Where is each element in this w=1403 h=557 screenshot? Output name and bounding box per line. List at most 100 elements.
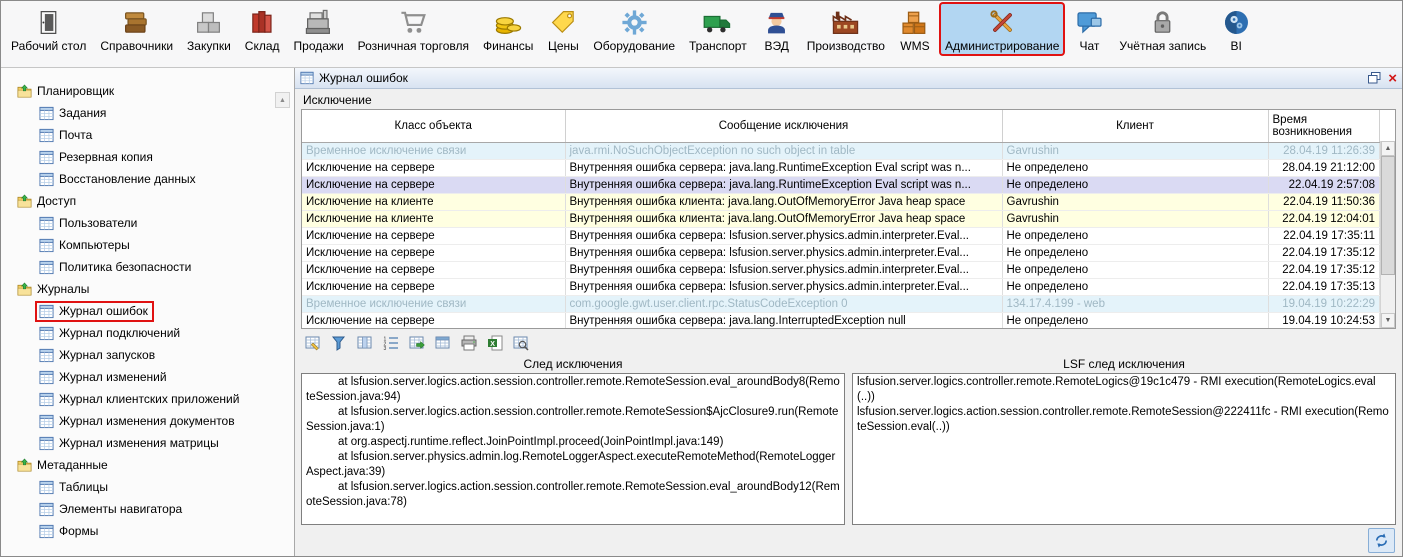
exception-table-row[interactable]: Временное исключение связиcom.google.gwt… [302,296,1380,313]
cell-object-class[interactable]: Временное исключение связи [302,296,565,313]
cell-time[interactable]: 22.04.19 2:57:08 [1268,177,1380,194]
toolbar-item-bi[interactable]: BI [1216,4,1256,54]
cell-message[interactable]: Внутренняя ошибка сервера: java.lang.Run… [565,160,1002,177]
cell-client[interactable]: Не определено [1002,313,1268,330]
sidebar-item-forms[interactable]: Формы [1,520,294,542]
sidebar-item-tasks[interactable]: Задания [1,102,294,124]
exception-table-row[interactable]: Временное исключение связиjava.rmi.NoSuc… [302,143,1380,160]
column-header-message[interactable]: Сообщение исключения [565,110,1002,143]
group-settings-button[interactable] [301,332,324,353]
exception-table-row[interactable]: Исключение на сервереВнутренняя ошибка с… [302,228,1380,245]
exception-table-row[interactable]: Исключение на клиентеВнутренняя ошибка к… [302,211,1380,228]
sidebar-item-computers[interactable]: Компьютеры [1,234,294,256]
exception-table-row[interactable]: Исключение на сервереВнутренняя ошибка с… [302,177,1380,194]
cell-time[interactable]: 22.04.19 17:35:12 [1268,245,1380,262]
restore-window-icon[interactable] [1368,72,1381,84]
column-header-time[interactable]: Время возникновения [1268,110,1380,143]
scrollbar-track[interactable] [1381,156,1395,313]
cell-message[interactable]: Внутренняя ошибка сервера: java.lang.Run… [565,177,1002,194]
sidebar-item-change-log[interactable]: Журнал изменений [1,366,294,388]
sidebar-item-navigator-elements[interactable]: Элементы навигатора [1,498,294,520]
cell-client[interactable]: Gavrushin [1002,143,1268,160]
cell-time[interactable]: 22.04.19 17:35:13 [1268,279,1380,296]
cell-time[interactable]: 22.04.19 11:50:36 [1268,194,1380,211]
cell-object-class[interactable]: Исключение на сервере [302,262,565,279]
cell-time[interactable]: 19.04.19 10:22:29 [1268,296,1380,313]
cell-object-class[interactable]: Исключение на сервере [302,228,565,245]
cell-object-class[interactable]: Временное исключение связи [302,143,565,160]
toolbar-item-equipment[interactable]: Оборудование [589,4,679,54]
grid-vertical-scrollbar[interactable]: ▲ ▼ [1380,141,1395,328]
exception-table-row[interactable]: Исключение на сервереВнутренняя ошибка с… [302,245,1380,262]
cell-message[interactable]: Внутренняя ошибка клиента: java.lang.Out… [565,211,1002,228]
column-header-client[interactable]: Клиент [1002,110,1268,143]
toolbar-item-administration[interactable]: Администрирование [941,4,1063,54]
cell-time[interactable]: 19.04.19 10:24:53 [1268,313,1380,330]
sidebar-scroll-up-icon[interactable]: ▲ [275,92,290,108]
cell-time[interactable]: 22.04.19 17:35:12 [1268,262,1380,279]
count-quantity-button[interactable] [431,332,454,353]
cell-message[interactable]: java.rmi.NoSuchObjectException no such o… [565,143,1002,160]
sidebar-item-connection-log[interactable]: Журнал подключений [1,322,294,344]
cell-client[interactable]: Gavrushin [1002,194,1268,211]
sidebar-item-scheduler[interactable]: Планировщик [1,80,294,102]
print-button[interactable] [457,332,480,353]
cell-client[interactable]: Не определено [1002,245,1268,262]
sidebar-item-error-log[interactable]: Журнал ошибок [1,300,294,322]
cell-time[interactable]: 28.04.19 21:12:00 [1268,160,1380,177]
sidebar-item-launch-log[interactable]: Журнал запусков [1,344,294,366]
exception-table-row[interactable]: Исключение на сервереВнутренняя ошибка с… [302,279,1380,296]
toolbar-item-production[interactable]: Производство [803,4,889,54]
cell-object-class[interactable]: Исключение на сервере [302,313,565,330]
exception-table-row[interactable]: Исключение на сервереВнутренняя ошибка с… [302,160,1380,177]
cell-message[interactable]: Внутренняя ошибка сервера: lsfusion.serv… [565,228,1002,245]
toolbar-item-prices[interactable]: Цены [543,4,583,54]
cell-time[interactable]: 22.04.19 12:04:01 [1268,211,1380,228]
scroll-up-icon[interactable]: ▲ [1381,141,1395,156]
cell-client[interactable]: Не определено [1002,228,1268,245]
cell-client[interactable]: Gavrushin [1002,211,1268,228]
export-grid-button[interactable] [405,332,428,353]
toolbar-item-references[interactable]: Справочники [96,4,177,54]
sidebar-item-client-apps-log[interactable]: Журнал клиентских приложений [1,388,294,410]
cell-client[interactable]: Не определено [1002,279,1268,296]
cell-object-class[interactable]: Исключение на клиенте [302,194,565,211]
cell-object-class[interactable]: Исключение на сервере [302,279,565,296]
cell-message[interactable]: Внутренняя ошибка сервера: lsfusion.serv… [565,245,1002,262]
toolbar-item-transport[interactable]: Транспорт [685,4,751,54]
cell-object-class[interactable]: Исключение на сервере [302,177,565,194]
sidebar-item-users[interactable]: Пользователи [1,212,294,234]
scroll-down-icon[interactable]: ▼ [1381,313,1395,328]
close-window-icon[interactable]: × [1388,72,1397,85]
scrollbar-thumb[interactable] [1381,156,1395,275]
sidebar-item-security-policy[interactable]: Политика безопасности [1,256,294,278]
toolbar-item-finance[interactable]: Финансы [479,4,537,54]
exception-table-row[interactable]: Исключение на сервереВнутренняя ошибка с… [302,262,1380,279]
toolbar-item-purchases[interactable]: Закупки [183,4,235,54]
row-numbering-button[interactable]: 123 [379,332,402,353]
sidebar-item-mail[interactable]: Почта [1,124,294,146]
toolbar-item-account[interactable]: Учётная запись [1115,4,1210,54]
cell-object-class[interactable]: Исключение на сервере [302,245,565,262]
cell-time[interactable]: 28.04.19 11:26:39 [1268,143,1380,160]
toolbar-item-chat[interactable]: Чат [1069,4,1109,54]
column-header-object-class[interactable]: Класс объекта [302,110,565,143]
sidebar-item-metadata[interactable]: Метаданные [1,454,294,476]
sidebar-item-matrix-change-log[interactable]: Журнал изменения матрицы [1,432,294,454]
cell-message[interactable]: Внутренняя ошибка сервера: java.lang.Int… [565,313,1002,330]
cell-message[interactable]: Внутренняя ошибка сервера: lsfusion.serv… [565,262,1002,279]
cell-client[interactable]: Не определено [1002,262,1268,279]
filter-button[interactable] [327,332,350,353]
toolbar-item-warehouse[interactable]: Склад [241,4,284,54]
excel-export-button[interactable]: X [483,332,506,353]
report-button[interactable] [509,332,532,353]
cell-message[interactable]: com.google.gwt.user.client.rpc.StatusCod… [565,296,1002,313]
toolbar-item-sales[interactable]: Продажи [290,4,348,54]
refresh-button[interactable] [1368,528,1395,553]
cell-time[interactable]: 22.04.19 17:35:11 [1268,228,1380,245]
cell-client[interactable]: 134.17.4.199 - web [1002,296,1268,313]
sidebar-item-document-change-log[interactable]: Журнал изменения документов [1,410,294,432]
toolbar-item-wms[interactable]: WMS [895,4,935,54]
toolbar-item-desktop[interactable]: Рабочий стол [7,4,90,54]
exception-table-row[interactable]: Исключение на сервереВнутренняя ошибка с… [302,313,1380,330]
